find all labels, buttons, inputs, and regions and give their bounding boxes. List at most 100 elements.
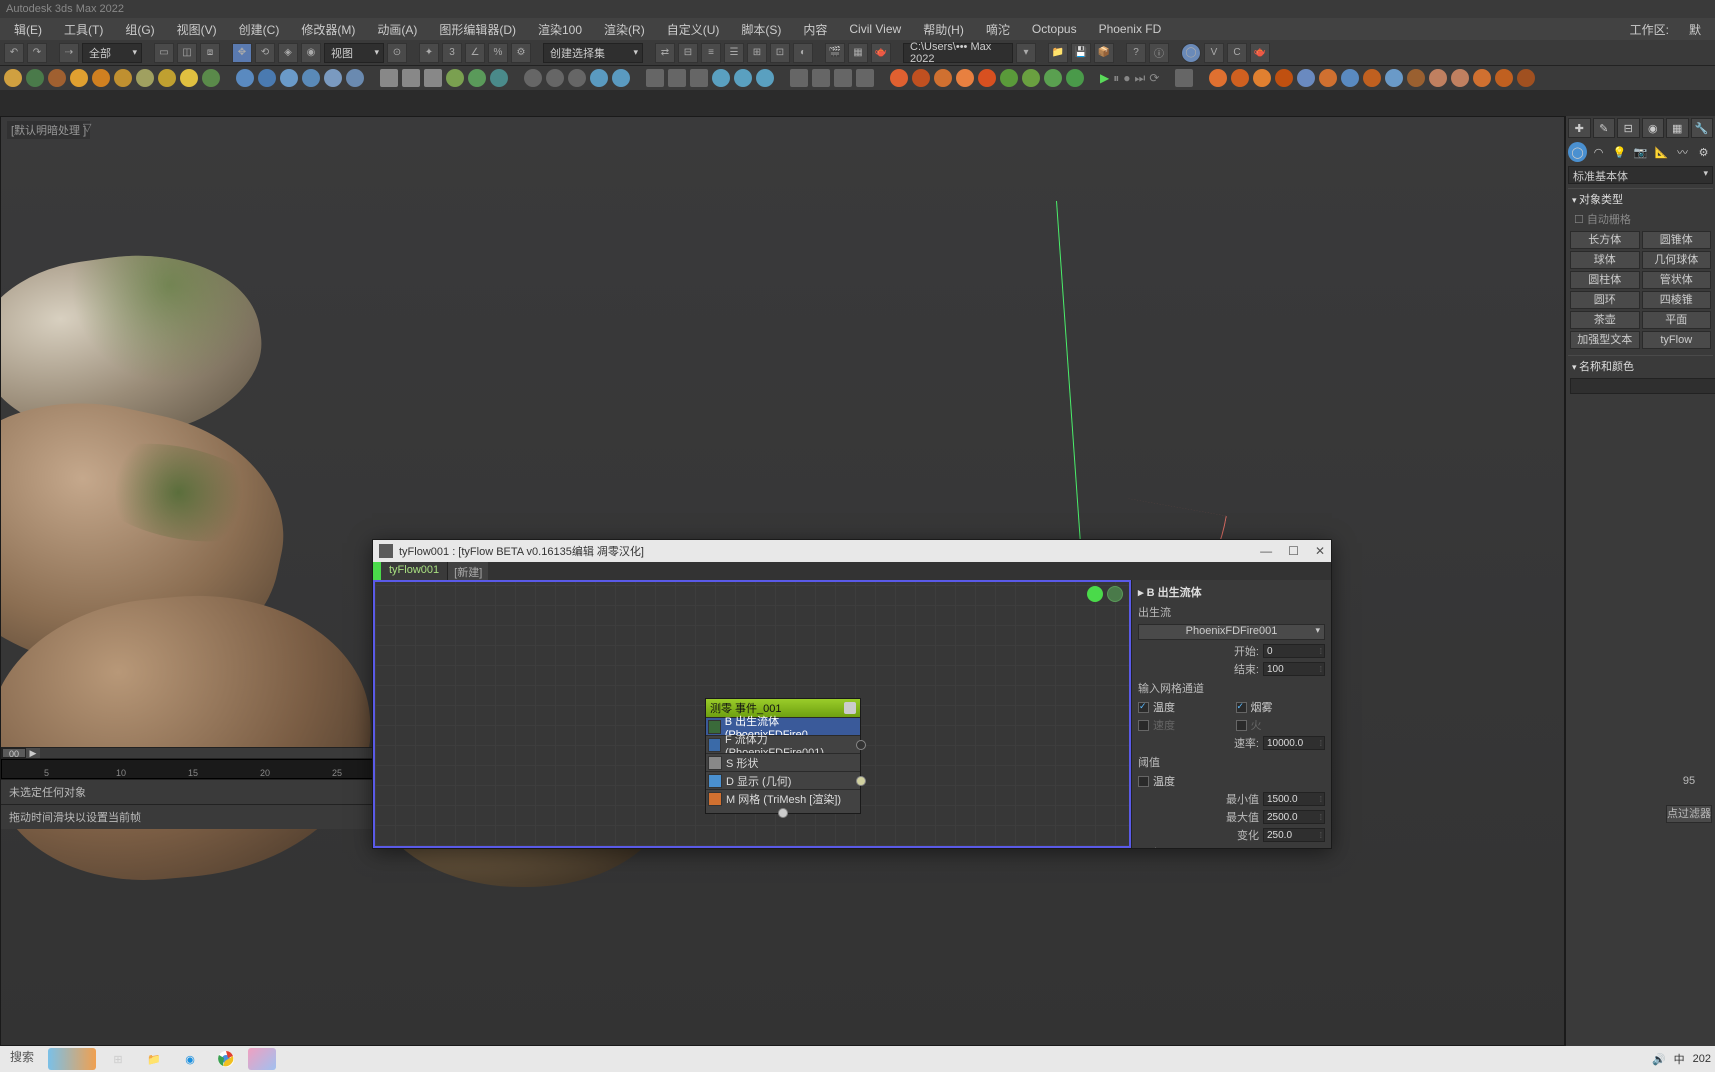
prim-cone[interactable]: 圆锥体: [1642, 231, 1712, 249]
plug-icon-38[interactable]: [890, 69, 908, 87]
menu-scripting[interactable]: 脚本(S): [731, 19, 791, 40]
plug-icon-4[interactable]: [70, 69, 88, 87]
shapes-subtab-icon[interactable]: ◠: [1589, 142, 1608, 162]
prim-cylinder[interactable]: 圆柱体: [1570, 271, 1640, 289]
menu-animation[interactable]: 动画(A): [367, 19, 427, 40]
plug-icon-2[interactable]: [26, 69, 44, 87]
spinner-snap-icon[interactable]: ⚙: [511, 43, 531, 63]
fire-icon-14[interactable]: [1495, 69, 1513, 87]
tyflow-event-node[interactable]: 测零 事件_001 B 出生流体 (PhoenixFDFire0... F 流体…: [705, 698, 861, 814]
menu-dita[interactable]: 嘀沱: [976, 19, 1020, 40]
pivot-icon[interactable]: ⊙: [387, 43, 407, 63]
node-op-shape[interactable]: S 形状: [706, 753, 860, 771]
plug-icon-46[interactable]: [1066, 69, 1084, 87]
fire-icon-1[interactable]: [1209, 69, 1227, 87]
prim-teapot[interactable]: 茶壶: [1570, 311, 1640, 329]
prim-plane[interactable]: 平面: [1642, 311, 1712, 329]
select-icon[interactable]: ▭: [154, 43, 174, 63]
node-op-mesh[interactable]: M 网格 (TriMesh [渲染]): [706, 789, 860, 807]
workspace-default[interactable]: 默: [1679, 19, 1711, 40]
undo-icon[interactable]: ↶: [4, 43, 24, 63]
plug-icon-31[interactable]: [712, 69, 730, 87]
select-window-icon[interactable]: ⧈: [200, 43, 220, 63]
cb-thresh-temp[interactable]: [1138, 776, 1149, 787]
fire-icon-5[interactable]: [1297, 69, 1315, 87]
fire-icon-2[interactable]: [1231, 69, 1249, 87]
menu-views[interactable]: 视图(V): [167, 19, 227, 40]
plug-icon-36[interactable]: [834, 69, 852, 87]
plug-icon-17[interactable]: [380, 69, 398, 87]
node-op-display[interactable]: D 显示 (几何): [706, 771, 860, 789]
plug-icon-16[interactable]: [346, 69, 364, 87]
spin-temp-max[interactable]: 2500.0: [1263, 810, 1325, 824]
menu-edit[interactable]: 辑(E): [4, 19, 52, 40]
auto-grid-checkbox[interactable]: ☐ 自动栅格: [1568, 209, 1713, 229]
prim-textplus[interactable]: 加强型文本: [1570, 331, 1640, 349]
info-icon[interactable]: ⓘ: [1149, 43, 1169, 63]
lights-subtab-icon[interactable]: 💡: [1610, 142, 1629, 162]
menu-civilview[interactable]: Civil View: [839, 20, 911, 38]
mirror-icon[interactable]: ⇄: [655, 43, 675, 63]
menu-modifiers[interactable]: 修改器(M): [291, 19, 365, 40]
prim-torus[interactable]: 圆环: [1570, 291, 1640, 309]
plug-icon-8[interactable]: [158, 69, 176, 87]
plug-icon-41[interactable]: [956, 69, 974, 87]
plug-icon-45[interactable]: [1044, 69, 1062, 87]
next-icon[interactable]: ⏭: [1135, 71, 1146, 86]
point-filter-button[interactable]: 点过滤器: [1666, 805, 1712, 823]
tyflow-graph-view[interactable]: 测零 事件_001 B 出生流体 (PhoenixFDFire0... F 流体…: [373, 580, 1131, 848]
category-dropdown[interactable]: 标准基本体: [1568, 166, 1713, 184]
menu-render100[interactable]: 渲染100: [528, 19, 592, 40]
menu-octopus[interactable]: Octopus: [1022, 20, 1087, 38]
prim-box[interactable]: 长方体: [1570, 231, 1640, 249]
menu-phoenixfd[interactable]: Phoenix FD: [1089, 20, 1172, 38]
prop-end-spinner[interactable]: 100: [1263, 662, 1325, 676]
fire-icon-13[interactable]: [1473, 69, 1491, 87]
menu-content[interactable]: 内容: [793, 19, 837, 40]
plug-icon-1[interactable]: [4, 69, 22, 87]
plug-icon-12[interactable]: [258, 69, 276, 87]
fire-icon-12[interactable]: [1451, 69, 1469, 87]
path-btn-icon[interactable]: ▾: [1016, 43, 1036, 63]
viewport-filter-icon[interactable]: ▽: [83, 121, 91, 134]
taskbar-app-icon[interactable]: [248, 1048, 276, 1070]
plug-icon-22[interactable]: [490, 69, 508, 87]
plug-icon-23[interactable]: [524, 69, 542, 87]
redo-icon[interactable]: ↷: [27, 43, 47, 63]
plug-icon-20[interactable]: [446, 69, 464, 87]
plug-icon-42[interactable]: [978, 69, 996, 87]
prop-phoenix-node-button[interactable]: PhoenixFDFire001: [1138, 624, 1325, 640]
fire-icon-8[interactable]: [1363, 69, 1381, 87]
plug-icon-26[interactable]: [590, 69, 608, 87]
plug-icon-34[interactable]: [790, 69, 808, 87]
plug-icon-44[interactable]: [1022, 69, 1040, 87]
layer-explorer-icon[interactable]: ☰: [724, 43, 744, 63]
taskbar-weather-icon[interactable]: [48, 1048, 96, 1070]
prim-pyramid[interactable]: 四棱锥: [1642, 291, 1712, 309]
utilities-tab-icon[interactable]: 🔧: [1691, 118, 1714, 138]
fire-icon-10[interactable]: [1407, 69, 1425, 87]
frame-slider[interactable]: 00 ▶: [1, 747, 374, 759]
cb-smoke[interactable]: [1236, 702, 1247, 713]
task-view-icon[interactable]: ⊞: [104, 1048, 132, 1070]
timeline-ruler[interactable]: 5 10 15 20 25: [1, 759, 374, 779]
plug-icon-13[interactable]: [280, 69, 298, 87]
curve-editor-icon[interactable]: ⊞: [747, 43, 767, 63]
tyflow-tab-1[interactable]: tyFlow001: [381, 562, 448, 580]
schematic-icon[interactable]: ⊡: [770, 43, 790, 63]
helpers-subtab-icon[interactable]: 📐: [1652, 142, 1671, 162]
maximize-icon[interactable]: ☐: [1288, 544, 1299, 558]
spin-temp-min[interactable]: 1500.0: [1263, 792, 1325, 806]
graph-live-icon[interactable]: [1087, 586, 1103, 602]
hierarchy-tab-icon[interactable]: ⊟: [1617, 118, 1640, 138]
select-region-icon[interactable]: ◫: [177, 43, 197, 63]
object-type-rollout[interactable]: 对象类型: [1568, 188, 1713, 209]
plug-icon-43[interactable]: [1000, 69, 1018, 87]
render-icon[interactable]: 🫖: [871, 43, 891, 63]
viewport-shading-label[interactable]: [默认明暗处理 ]: [7, 121, 90, 139]
node-out-port-icon[interactable]: [778, 808, 788, 818]
corona-icon[interactable]: C: [1227, 43, 1247, 63]
loop-icon[interactable]: ⟳: [1149, 71, 1159, 85]
fire-icon-3[interactable]: [1253, 69, 1271, 87]
plug-icon-28[interactable]: [646, 69, 664, 87]
